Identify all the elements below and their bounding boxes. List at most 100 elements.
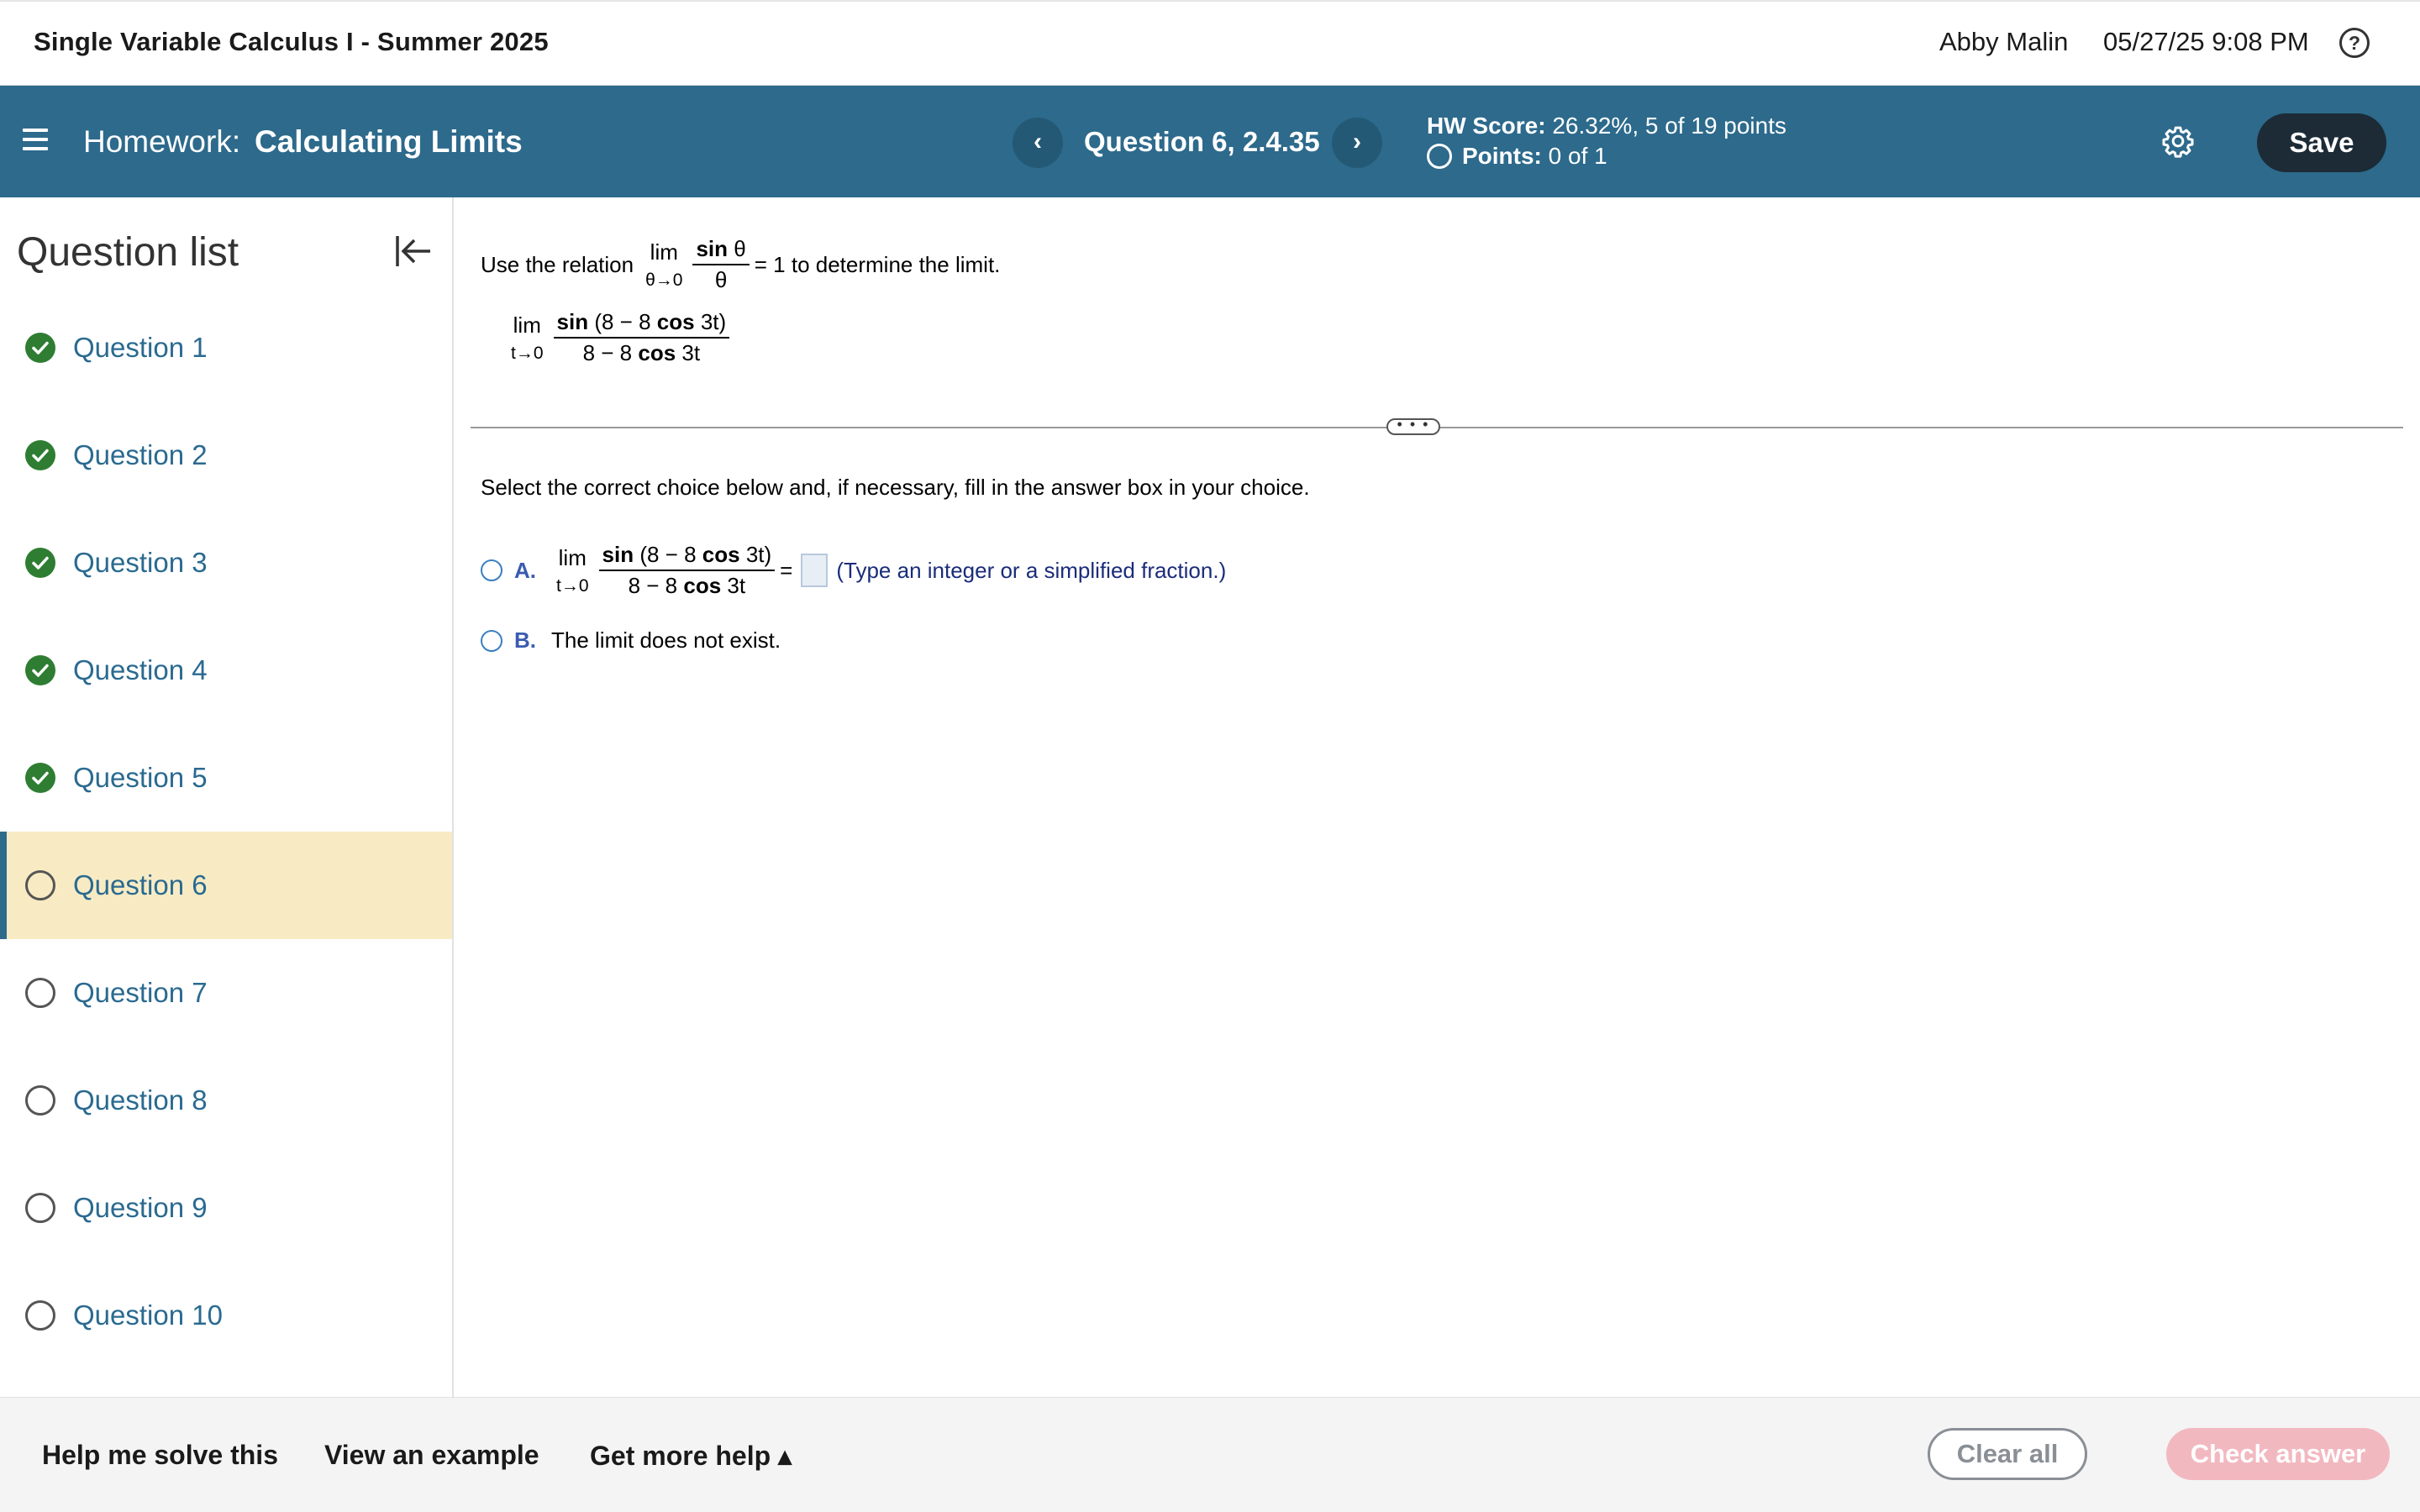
- hw-score-label: HW Score:: [1427, 113, 1546, 139]
- choice-a-lim-label: lim: [558, 544, 587, 570]
- check-answer-button[interactable]: Check answer: [2166, 1428, 2390, 1480]
- choice-a-num-tail: 3t): [745, 542, 772, 567]
- homework-header: Homework: Calculating Limits ‹ Question …: [0, 86, 2420, 197]
- get-more-help-button[interactable]: Get more help ▴: [590, 1440, 792, 1472]
- check-circle-icon: [25, 333, 55, 363]
- choice-a-den-tail: 3t: [727, 573, 746, 598]
- sidebar-item-label: Question 5: [73, 762, 208, 793]
- choice-a-limit: lim t→0: [556, 545, 589, 596]
- sidebar-item-label: Question 8: [73, 1084, 208, 1116]
- view-example-button[interactable]: View an example: [324, 1440, 539, 1471]
- question-prompt: Use the relation lim θ→0 sin θ θ = 1 to …: [481, 236, 1000, 293]
- sidebar-item-question-5[interactable]: Question 5: [0, 724, 452, 832]
- points: Points: 0 of 1: [1427, 143, 1607, 170]
- expr-num-sin: sin: [556, 309, 589, 334]
- check-circle-icon: [25, 440, 55, 470]
- choice-a-radio[interactable]: [481, 559, 502, 581]
- points-status-icon: [1427, 144, 1452, 169]
- relation-numerator-var: θ: [734, 236, 746, 261]
- open-circle-icon: [25, 1085, 55, 1116]
- choice-a-num-sin: sin: [602, 542, 634, 567]
- gear-icon[interactable]: [2161, 124, 2195, 158]
- expr-num-tail: 3t): [700, 309, 727, 334]
- expr-num-arg: (8 − 8: [594, 309, 651, 334]
- choice-a-num-cos: cos: [702, 542, 740, 567]
- expr-num-cos: cos: [656, 309, 695, 334]
- expr-den-head: 8 − 8: [582, 340, 633, 365]
- limit-expression: lim t→0 sin (8 − 8 cos 3t) 8 − 8 cos 3t: [506, 309, 734, 366]
- homework-name: Calculating Limits: [255, 124, 523, 159]
- sidebar-item-label: Question 7: [73, 977, 208, 1008]
- save-button[interactable]: Save: [2257, 113, 2386, 172]
- sidebar-item-question-2[interactable]: Question 2: [0, 402, 452, 509]
- question-list-title: Question list: [17, 230, 239, 275]
- question-list-sidebar: Question list Question 1 Question 2 Questi…: [0, 197, 454, 1397]
- clear-all-button[interactable]: Clear all: [1928, 1428, 2087, 1480]
- choice-a-den-cos: cos: [683, 573, 722, 598]
- expression-limit: lim t→0: [511, 312, 544, 364]
- choice-a-hint: (Type an integer or a simplified fractio…: [836, 557, 1227, 583]
- previous-question-button[interactable]: ‹: [1013, 118, 1063, 168]
- choice-a-equals: =: [780, 557, 793, 583]
- choice-a-letter: A.: [514, 557, 536, 583]
- choice-b-letter: B.: [514, 627, 536, 653]
- expr-den-cos: cos: [638, 340, 676, 365]
- hw-score: HW Score: 26.32%, 5 of 19 points: [1427, 113, 1786, 139]
- datetime: 05/27/25 9:08 PM: [2103, 27, 2309, 56]
- instruction-text: Select the correct choice below and, if …: [481, 475, 1310, 500]
- choice-a-lim-subscript: t→0: [556, 575, 589, 596]
- bottom-toolbar: Help me solve this View an example Get m…: [0, 1397, 2420, 1512]
- prompt-text-pre: Use the relation: [481, 251, 634, 277]
- open-circle-icon: [25, 1193, 55, 1223]
- relation-lim-label: lim: [650, 239, 678, 265]
- sidebar-item-label: Question 3: [73, 547, 208, 578]
- choice-b-radio[interactable]: [481, 629, 502, 652]
- help-icon[interactable]: ?: [2339, 28, 2370, 58]
- expression-fraction: sin (8 − 8 cos 3t) 8 − 8 cos 3t: [553, 309, 730, 366]
- prompt-text-post: = 1 to determine the limit.: [754, 251, 1001, 277]
- help-me-solve-button[interactable]: Help me solve this: [42, 1440, 278, 1471]
- collapse-sidebar-icon[interactable]: [393, 233, 434, 270]
- choice-b-text: The limit does not exist.: [551, 627, 781, 653]
- sidebar-item-question-7[interactable]: Question 7: [0, 939, 452, 1047]
- answer-input[interactable]: [801, 554, 829, 587]
- open-circle-icon: [25, 978, 55, 1008]
- sidebar-item-question-9[interactable]: Question 9: [0, 1154, 452, 1262]
- homework-prefix: Homework:: [83, 124, 241, 159]
- sidebar-item-label: Question 1: [73, 332, 208, 363]
- relation-lim-subscript: θ→0: [645, 270, 683, 290]
- relation-numerator-fn: sin: [696, 236, 729, 261]
- sidebar-item-question-1[interactable]: Question 1: [0, 294, 452, 402]
- sidebar-item-question-4[interactable]: Question 4: [0, 617, 452, 724]
- sidebar-item-label: Question 9: [73, 1192, 208, 1223]
- sidebar-item-question-3[interactable]: Question 3: [0, 509, 452, 617]
- hw-score-value: 26.32%, 5 of 19 points: [1552, 113, 1787, 139]
- expression-lim-label: lim: [513, 312, 541, 338]
- choice-b[interactable]: B. The limit does not exist.: [481, 627, 781, 654]
- relation-limit: lim θ→0: [645, 239, 682, 291]
- sidebar-item-question-8[interactable]: Question 8: [0, 1047, 452, 1154]
- sidebar-item-question-6[interactable]: Question 6: [0, 832, 452, 939]
- check-circle-icon: [25, 655, 55, 685]
- check-circle-icon: [25, 763, 55, 793]
- choice-a-den-head: 8 − 8: [628, 573, 678, 598]
- expr-den-tail: 3t: [681, 340, 701, 365]
- menu-icon[interactable]: [23, 129, 48, 150]
- open-circle-icon: [25, 870, 55, 900]
- sidebar-item-label: Question 6: [73, 869, 208, 900]
- user-name: Abby Malin: [1939, 27, 2069, 56]
- sidebar-item-label: Question 10: [73, 1299, 223, 1331]
- question-panel: Use the relation lim θ→0 sin θ θ = 1 to …: [455, 197, 2420, 1397]
- top-bar: Single Variable Calculus I - Summer 2025…: [0, 0, 2420, 86]
- next-question-button[interactable]: ›: [1332, 118, 1382, 168]
- relation-denominator: θ: [714, 267, 728, 292]
- choice-a[interactable]: A. lim t→0 sin (8 − 8 cos 3t) 8 − 8 cos …: [481, 542, 1226, 599]
- course-title: Single Variable Calculus I - Summer 2025: [34, 27, 549, 56]
- check-circle-icon: [25, 548, 55, 578]
- choice-a-fraction: sin (8 − 8 cos 3t) 8 − 8 cos 3t: [598, 542, 776, 599]
- sidebar-item-question-10[interactable]: Question 10: [0, 1262, 452, 1369]
- resize-handle[interactable]: • • •: [1386, 417, 1440, 435]
- sidebar-item-label: Question 4: [73, 654, 208, 685]
- open-circle-icon: [25, 1300, 55, 1331]
- question-label: Question 6, 2.4.35: [1084, 126, 1320, 157]
